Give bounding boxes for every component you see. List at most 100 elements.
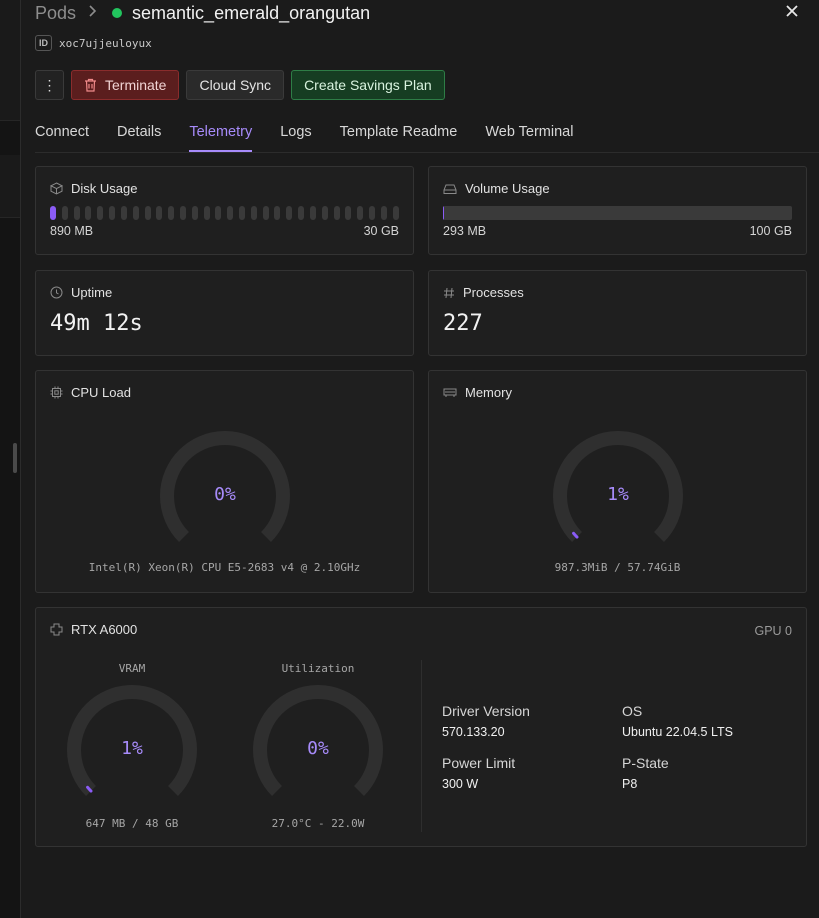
memory-card: Memory 1% 987.3MiB / 57.74GiB xyxy=(428,370,807,593)
utilization-gauge: 0% xyxy=(253,685,383,815)
disk-usage-segment xyxy=(203,206,210,220)
memory-gauge: 1% xyxy=(553,431,683,561)
disk-usage-segment xyxy=(262,206,269,220)
cloud-sync-button[interactable]: Cloud Sync xyxy=(186,70,285,100)
disk-usage-segment xyxy=(85,206,92,220)
disk-usage-label: Disk Usage xyxy=(71,181,138,196)
more-vertical-icon: ⋮ xyxy=(42,76,57,93)
vram-percent: 1% xyxy=(121,738,143,759)
memory-label: Memory xyxy=(465,385,512,400)
os-label: OS xyxy=(622,703,643,719)
tab-bar: Connect Details Telemetry Logs Template … xyxy=(35,118,819,153)
os-value: Ubuntu 22.04.5 LTS xyxy=(622,725,733,739)
disk-usage-segment xyxy=(345,206,352,220)
tab-telemetry[interactable]: Telemetry xyxy=(189,118,253,152)
power-limit: Power Limit 300 W xyxy=(442,755,515,791)
clock-icon xyxy=(50,286,63,299)
hard-drive-icon xyxy=(443,183,457,195)
volume-usage-bar xyxy=(443,206,792,220)
memory-percent: 1% xyxy=(607,484,629,505)
terminate-label: Terminate xyxy=(105,77,167,93)
gpu-card: RTX A6000 GPU 0 VRAM 1% 647 MB / 48 GB U… xyxy=(35,607,807,847)
tab-logs[interactable]: Logs xyxy=(280,118,311,152)
disk-usage-segment xyxy=(215,206,222,220)
pod-id-row: ID xoc7ujjeuloyux xyxy=(35,35,152,51)
id-badge: ID xyxy=(35,35,52,51)
disk-usage-title: Disk Usage xyxy=(50,181,137,196)
disk-usage-segment xyxy=(144,206,151,220)
disk-usage-segment xyxy=(120,206,127,220)
disk-usage-segment xyxy=(50,206,56,220)
tab-template-readme[interactable]: Template Readme xyxy=(340,118,458,152)
volume-usage-title: Volume Usage xyxy=(443,181,550,196)
uptime-card: Uptime 49m 12s xyxy=(35,270,414,356)
tab-connect[interactable]: Connect xyxy=(35,118,89,152)
uptime-title: Uptime xyxy=(50,285,112,300)
close-button[interactable] xyxy=(782,3,802,23)
cpu-load-label: CPU Load xyxy=(71,385,131,400)
pod-id-value[interactable]: xoc7ujjeuloyux xyxy=(59,37,152,50)
disk-usage-segment xyxy=(298,206,305,220)
status-dot-icon xyxy=(112,8,123,18)
disk-usage-segment xyxy=(392,206,399,220)
pod-drawer: Pods semantic_emerald_orangutan ID xoc7u… xyxy=(20,0,819,918)
disk-usage-segment xyxy=(109,206,116,220)
p-state-label: P-State xyxy=(622,755,669,771)
gpu-divider xyxy=(421,660,422,832)
vram-gauge: 1% xyxy=(67,685,197,815)
volume-usage-card: Volume Usage 293 MB 100 GB xyxy=(428,166,807,255)
disk-usage-card: Disk Usage 890 MB 30 GB xyxy=(35,166,414,255)
disk-usage-segment xyxy=(250,206,257,220)
processes-card: Processes 227 xyxy=(428,270,807,356)
uptime-value: 49m 12s xyxy=(50,311,143,336)
cpu-gauge: 0% xyxy=(160,431,290,561)
breadcrumb-pods-link[interactable]: Pods xyxy=(35,3,76,24)
disk-usage-segment xyxy=(333,206,340,220)
disk-icon xyxy=(50,182,63,195)
disk-usage-segment xyxy=(239,206,245,220)
volume-used: 293 MB xyxy=(443,224,487,238)
disk-usage-segment xyxy=(309,206,316,220)
background-row xyxy=(0,155,20,218)
utilization-heading: Utilization xyxy=(281,662,355,675)
disk-usage-segment xyxy=(286,206,293,220)
memory-usage: 987.3MiB / 57.74GiB xyxy=(554,561,681,574)
cpu-load-title: CPU Load xyxy=(50,385,131,400)
cpu-load-card: CPU Load 0% Intel(R) Xeon(R) CPU E5-2683… xyxy=(35,370,414,593)
pod-name: semantic_emerald_orangutan xyxy=(132,2,371,23)
more-options-button[interactable]: ⋮ xyxy=(35,70,64,100)
terminate-button[interactable]: Terminate xyxy=(71,70,180,100)
disk-usage-segment xyxy=(61,206,68,220)
create-savings-plan-button[interactable]: Create Savings Plan xyxy=(291,70,445,100)
cpu-model: Intel(R) Xeon(R) CPU E5-2683 v4 @ 2.10GH… xyxy=(88,561,361,574)
memory-icon xyxy=(443,387,457,398)
disk-usage-segment xyxy=(274,206,281,220)
disk-total: 30 GB xyxy=(363,224,399,238)
p-state: P-State P8 xyxy=(622,755,669,791)
disk-usage-segment xyxy=(132,206,139,220)
processes-label: Processes xyxy=(463,285,524,300)
driver-version: Driver Version 570.133.20 xyxy=(442,703,530,739)
volume-usage-fill xyxy=(443,206,445,220)
cpu-percent: 0% xyxy=(214,484,236,505)
disk-usage-segment xyxy=(97,206,104,220)
trash-icon xyxy=(85,78,96,92)
power-limit-value: 300 W xyxy=(442,777,479,791)
disk-usage-segment xyxy=(368,206,375,220)
disk-usage-segment xyxy=(191,206,198,220)
p-state-value: P8 xyxy=(622,777,638,791)
temp-power: 27.0°C - 22.0W xyxy=(271,817,365,830)
tab-details[interactable]: Details xyxy=(117,118,161,152)
action-bar: ⋮ Terminate Cloud Sync Create Savings Pl… xyxy=(35,70,445,100)
background-row xyxy=(0,0,20,121)
tab-web-terminal[interactable]: Web Terminal xyxy=(485,118,573,152)
gpu-index: GPU 0 xyxy=(754,624,792,638)
gpu-title: RTX A6000 xyxy=(50,622,137,637)
close-icon xyxy=(786,5,798,17)
uptime-label: Uptime xyxy=(71,285,113,300)
gpu-icon xyxy=(50,623,63,636)
resize-handle[interactable] xyxy=(13,443,17,473)
driver-version-label: Driver Version xyxy=(442,703,530,719)
cpu-icon xyxy=(50,386,63,399)
background-page xyxy=(0,0,20,918)
